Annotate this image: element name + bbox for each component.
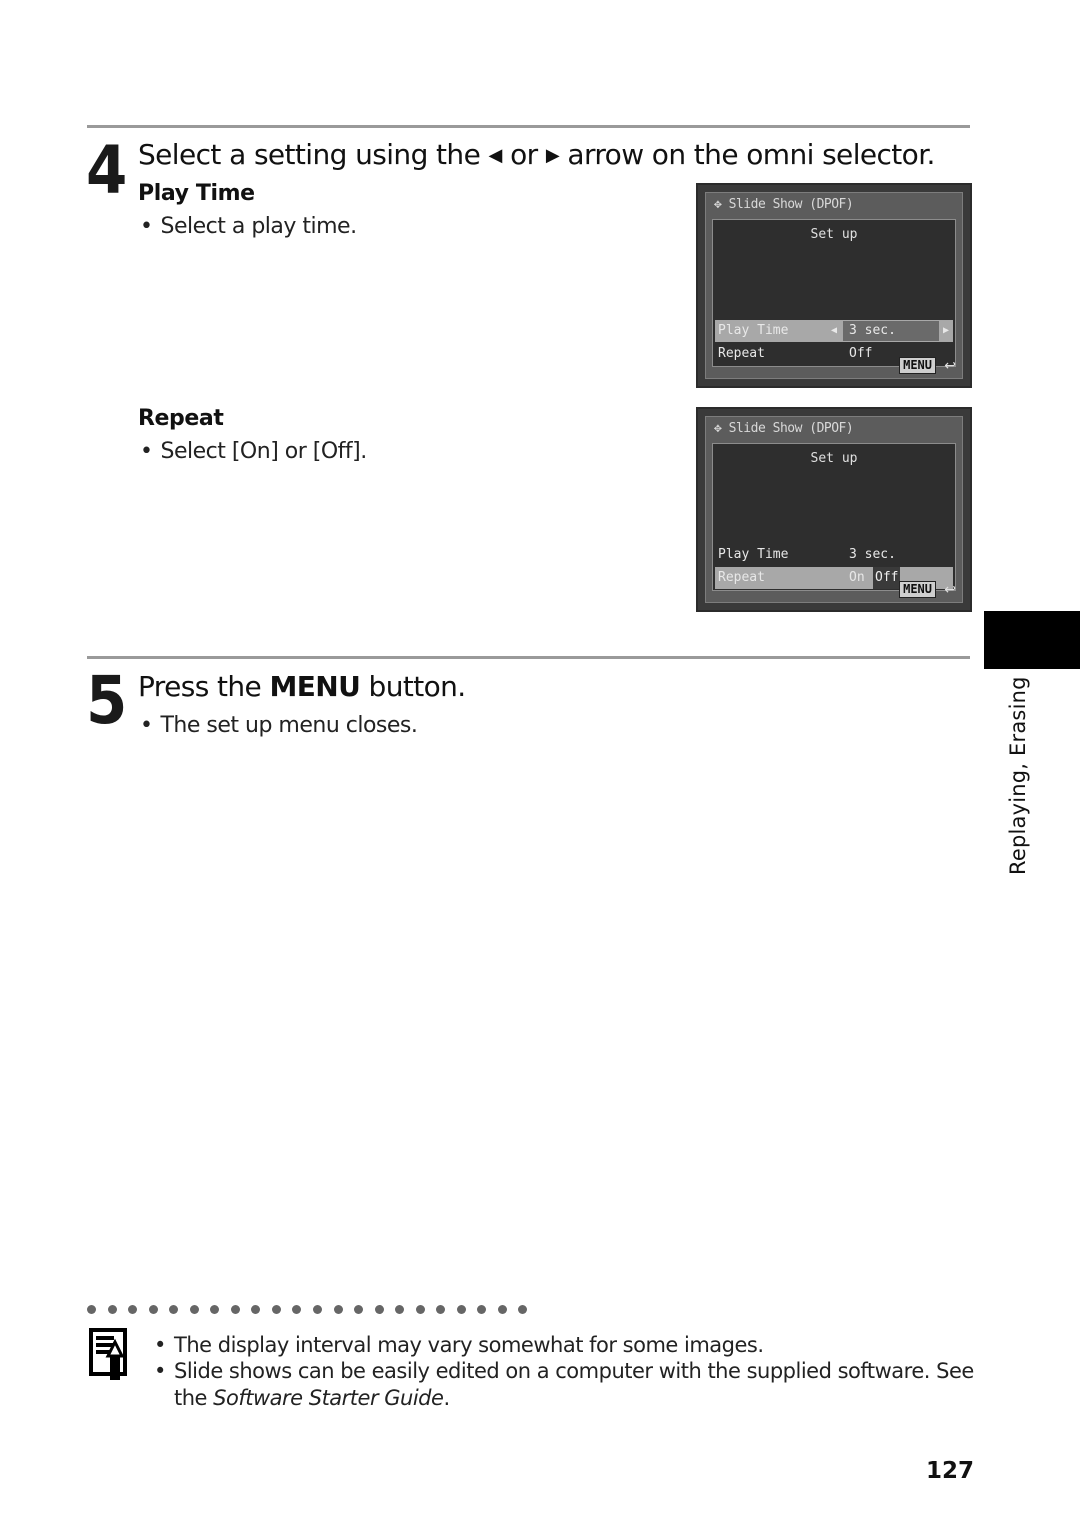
bullet-dot: • — [140, 713, 153, 738]
chapter-label: Replaying, Erasing — [1006, 676, 1030, 875]
step4-title-mid: or — [510, 138, 538, 171]
repeat-heading: Repeat — [138, 406, 224, 431]
note-item-2-text: Slide shows can be easily edited on a co… — [174, 1359, 974, 1383]
step5-title-after: button. — [368, 670, 467, 703]
section-rule-step4 — [87, 125, 970, 128]
screen-title-text: Slide Show (DPOF) — [728, 421, 854, 436]
screen-menu-panel: Set up Play Time ◀ 3 sec. ▶ Repeat Off — [712, 219, 956, 367]
menu-row-value: 3 sec. — [849, 323, 896, 338]
menu-row-label: Repeat — [718, 570, 765, 585]
option-off-selected: Off — [873, 567, 901, 589]
menu-row-value: Off — [849, 346, 873, 361]
screen-title-text: Slide Show (DPOF) — [728, 197, 854, 212]
bullet-dot: • — [140, 214, 153, 239]
note-text-the: the — [174, 1386, 207, 1410]
bullet-dot: • — [154, 1333, 166, 1357]
bullet-dot: • — [154, 1359, 166, 1383]
repeat-bullet-text: Select [On] or [Off]. — [160, 439, 367, 464]
slideshow-icon: ✥ — [714, 421, 722, 436]
menu-button-name: MENU — [269, 670, 361, 703]
step-number-5: 5 — [86, 662, 128, 739]
note-item-2-text-line2: the Software Starter Guide. — [174, 1386, 450, 1410]
camera-screen-repeat: ✥ Slide Show (DPOF) Set up Play Time 3 s… — [696, 407, 972, 612]
menu-row-value: 3 sec. — [849, 547, 896, 562]
screen-subtitle: Set up — [810, 451, 858, 466]
screen-frame: ✥ Slide Show (DPOF) Set up Play Time ◀ 3… — [705, 192, 963, 379]
menu-button-label: MENU — [899, 581, 936, 598]
page-number: 127 — [926, 1458, 975, 1484]
note-item-2: • Slide shows can be easily edited on a … — [154, 1359, 974, 1383]
step4-title-after: arrow on the omni selector. — [567, 138, 935, 171]
note-item-2-continued: the Software Starter Guide. — [158, 1386, 450, 1410]
right-arrow-icon: ▶ — [942, 325, 949, 336]
return-icon: ↩ — [944, 582, 956, 598]
play-time-bullet: • Select a play time. — [140, 214, 357, 239]
step4-title-before: Select a setting using the — [138, 138, 481, 171]
bullet-dot: • — [140, 439, 153, 464]
right-arrow-icon: ▶ — [545, 145, 560, 166]
dotted-separator — [87, 1305, 528, 1314]
step-number-4: 4 — [86, 132, 128, 209]
screen-menu-panel: Set up Play Time 3 sec. Repeat On Off — [712, 443, 956, 591]
screen-title: ✥ Slide Show (DPOF) — [714, 421, 854, 436]
play-time-heading: Play Time — [138, 181, 255, 206]
screen-title: ✥ Slide Show (DPOF) — [714, 197, 854, 212]
left-arrow-icon: ◀ — [831, 325, 838, 336]
option-on: On — [849, 570, 865, 585]
menu-button-label: MENU — [899, 357, 936, 374]
note-pencil-icon — [89, 1328, 127, 1380]
menu-row-play-time: Play Time ◀ 3 sec. ▶ — [715, 320, 953, 342]
menu-row-label: Repeat — [718, 346, 765, 361]
camera-screen-play-time: ✥ Slide Show (DPOF) Set up Play Time ◀ 3… — [696, 183, 972, 388]
step5-title: Press the MENU button. — [138, 670, 466, 703]
note-item-1: • The display interval may vary somewhat… — [154, 1333, 764, 1357]
note-item-1-text: The display interval may vary somewhat f… — [174, 1333, 764, 1357]
left-arrow-icon: ◀ — [488, 145, 503, 166]
step5-bullet: • The set up menu closes. — [140, 713, 418, 738]
screen-frame: ✥ Slide Show (DPOF) Set up Play Time 3 s… — [705, 416, 963, 603]
return-icon: ↩ — [944, 358, 956, 374]
slideshow-icon: ✥ — [714, 197, 722, 212]
menu-row-label: Play Time — [718, 323, 789, 338]
screen-subtitle: Set up — [810, 227, 858, 242]
note-text-period: . — [443, 1386, 450, 1410]
section-rule-step5 — [87, 656, 970, 659]
step5-title-before: Press the — [138, 670, 262, 703]
step5-bullet-text: The set up menu closes. — [160, 713, 418, 738]
play-time-bullet-text: Select a play time. — [160, 214, 357, 239]
menu-row-play-time: Play Time 3 sec. — [715, 544, 953, 566]
menu-row-label: Play Time — [718, 547, 789, 562]
guide-title: Software Starter Guide — [213, 1386, 444, 1410]
step4-title: Select a setting using the ◀ or ▶ arrow … — [138, 138, 935, 171]
chapter-tab-marker — [984, 611, 1080, 669]
repeat-bullet: • Select [On] or [Off]. — [140, 439, 367, 464]
